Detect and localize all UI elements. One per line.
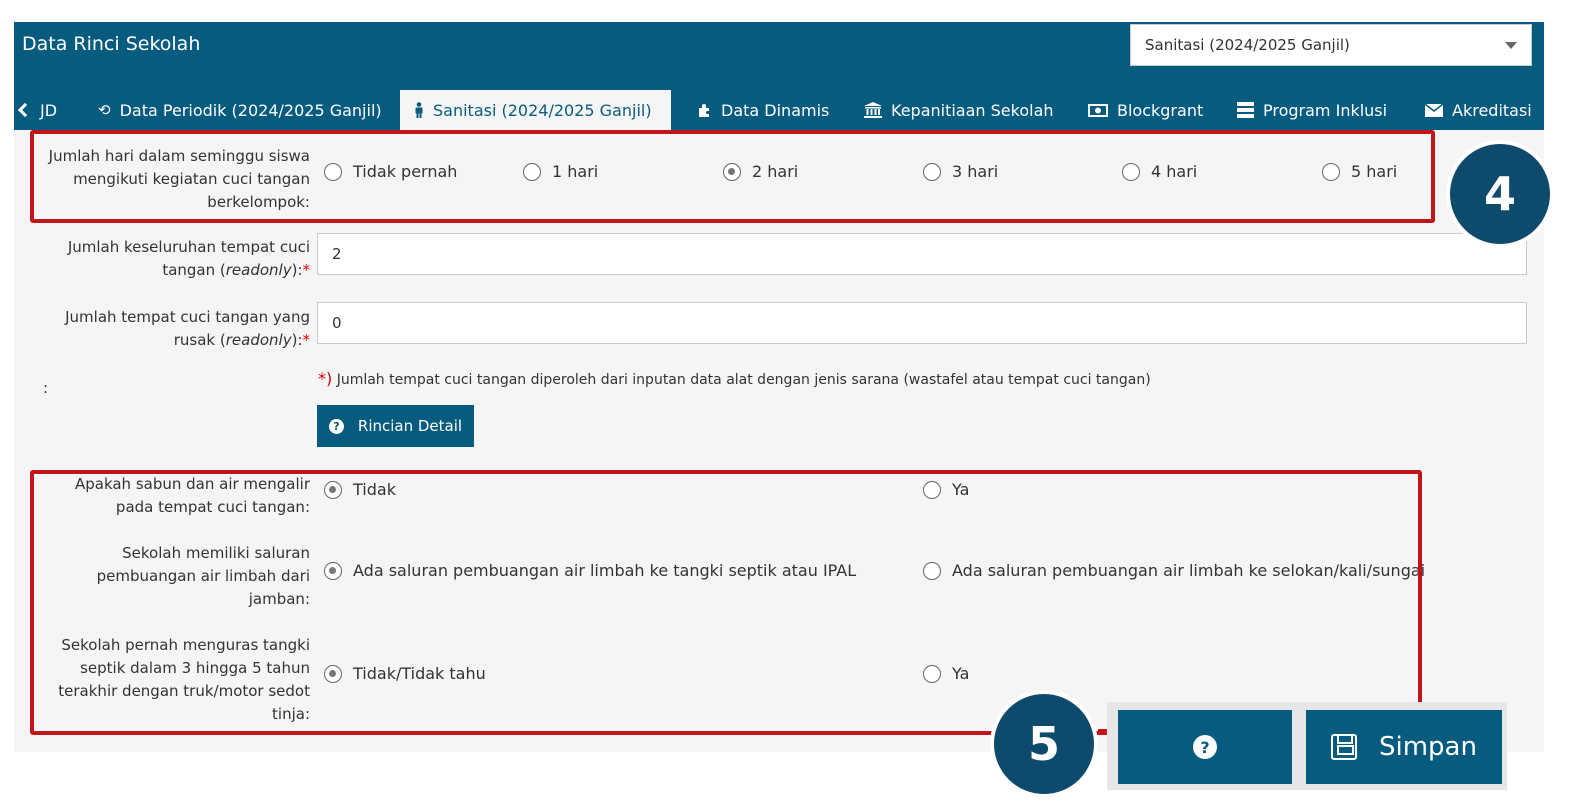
tab-kepanitiaan[interactable]: Kepanitiaan Sekolah bbox=[864, 90, 1054, 130]
question-circle-icon: ? bbox=[328, 418, 344, 434]
tab-program-inklusi[interactable]: Program Inklusi bbox=[1237, 90, 1387, 130]
page-header: Data Rinci Sekolah Sanitasi (2024/2025 G… bbox=[14, 22, 1544, 130]
tab-label: Program Inklusi bbox=[1263, 100, 1388, 120]
tab-label: Akreditasi bbox=[1452, 100, 1532, 120]
puzzle-icon bbox=[696, 102, 712, 118]
tab-data-periodik[interactable]: ⟲ Data Periodik (2024/2025 Ganjil) bbox=[98, 90, 382, 130]
tab-blockgrant[interactable]: Blockgrant bbox=[1088, 90, 1203, 130]
tab-label: Blockgrant bbox=[1117, 100, 1204, 120]
step-badge-5: 5 bbox=[990, 690, 1098, 798]
question-circle-icon: ? bbox=[1193, 735, 1217, 759]
note-text: *) Jumlah tempat cuci tangan diperoleh d… bbox=[318, 369, 1151, 388]
chevron-down-icon bbox=[1505, 42, 1517, 49]
institution-icon bbox=[864, 102, 882, 118]
tab-label: Data Dinamis bbox=[721, 100, 830, 120]
tab-label: Data Periodik (2024/2025 Ganjil) bbox=[119, 100, 382, 120]
history-icon: ⟲ bbox=[98, 101, 111, 119]
tab-label: JD bbox=[40, 100, 58, 120]
rincian-detail-button[interactable]: ? Rincian Detail bbox=[317, 405, 474, 447]
highlight-box-5 bbox=[30, 470, 1422, 735]
colon-label: : bbox=[43, 379, 49, 397]
money-icon bbox=[1088, 103, 1108, 117]
tab-akreditasi[interactable]: Akreditasi bbox=[1425, 90, 1532, 130]
label-total-tempat-cuci: Jumlah keseluruhan tempat cuci tangan (r… bbox=[67, 238, 310, 279]
step-badge-4: 4 bbox=[1446, 140, 1554, 248]
label-tempat-cuci-rusak: Jumlah tempat cuci tangan yang rusak (re… bbox=[65, 308, 310, 349]
highlight-box-4 bbox=[30, 130, 1435, 223]
tab-data-dinamis[interactable]: Data Dinamis bbox=[696, 90, 829, 130]
tab-sanitasi[interactable]: Sanitasi (2024/2025 Ganjil) bbox=[400, 90, 671, 130]
help-button[interactable]: ? bbox=[1118, 710, 1292, 784]
total-tempat-cuci-input[interactable] bbox=[317, 233, 1527, 275]
person-icon bbox=[414, 102, 424, 118]
save-button[interactable]: Simpan bbox=[1306, 710, 1502, 784]
tab-label: Kepanitiaan Sekolah bbox=[891, 100, 1054, 120]
tab-label: Sanitasi (2024/2025 Ganjil) bbox=[433, 100, 652, 120]
floppy-disk-icon bbox=[1331, 734, 1357, 760]
chevron-left-icon bbox=[17, 102, 33, 118]
tempat-cuci-rusak-input[interactable] bbox=[317, 302, 1527, 344]
period-select[interactable]: Sanitasi (2024/2025 Ganjil) bbox=[1130, 24, 1532, 66]
period-select-value: Sanitasi (2024/2025 Ganjil) bbox=[1145, 36, 1350, 54]
page-title: Data Rinci Sekolah bbox=[22, 33, 201, 55]
envelope-icon bbox=[1425, 103, 1443, 117]
tab-jd[interactable]: JD bbox=[17, 90, 58, 130]
server-icon bbox=[1237, 102, 1254, 118]
